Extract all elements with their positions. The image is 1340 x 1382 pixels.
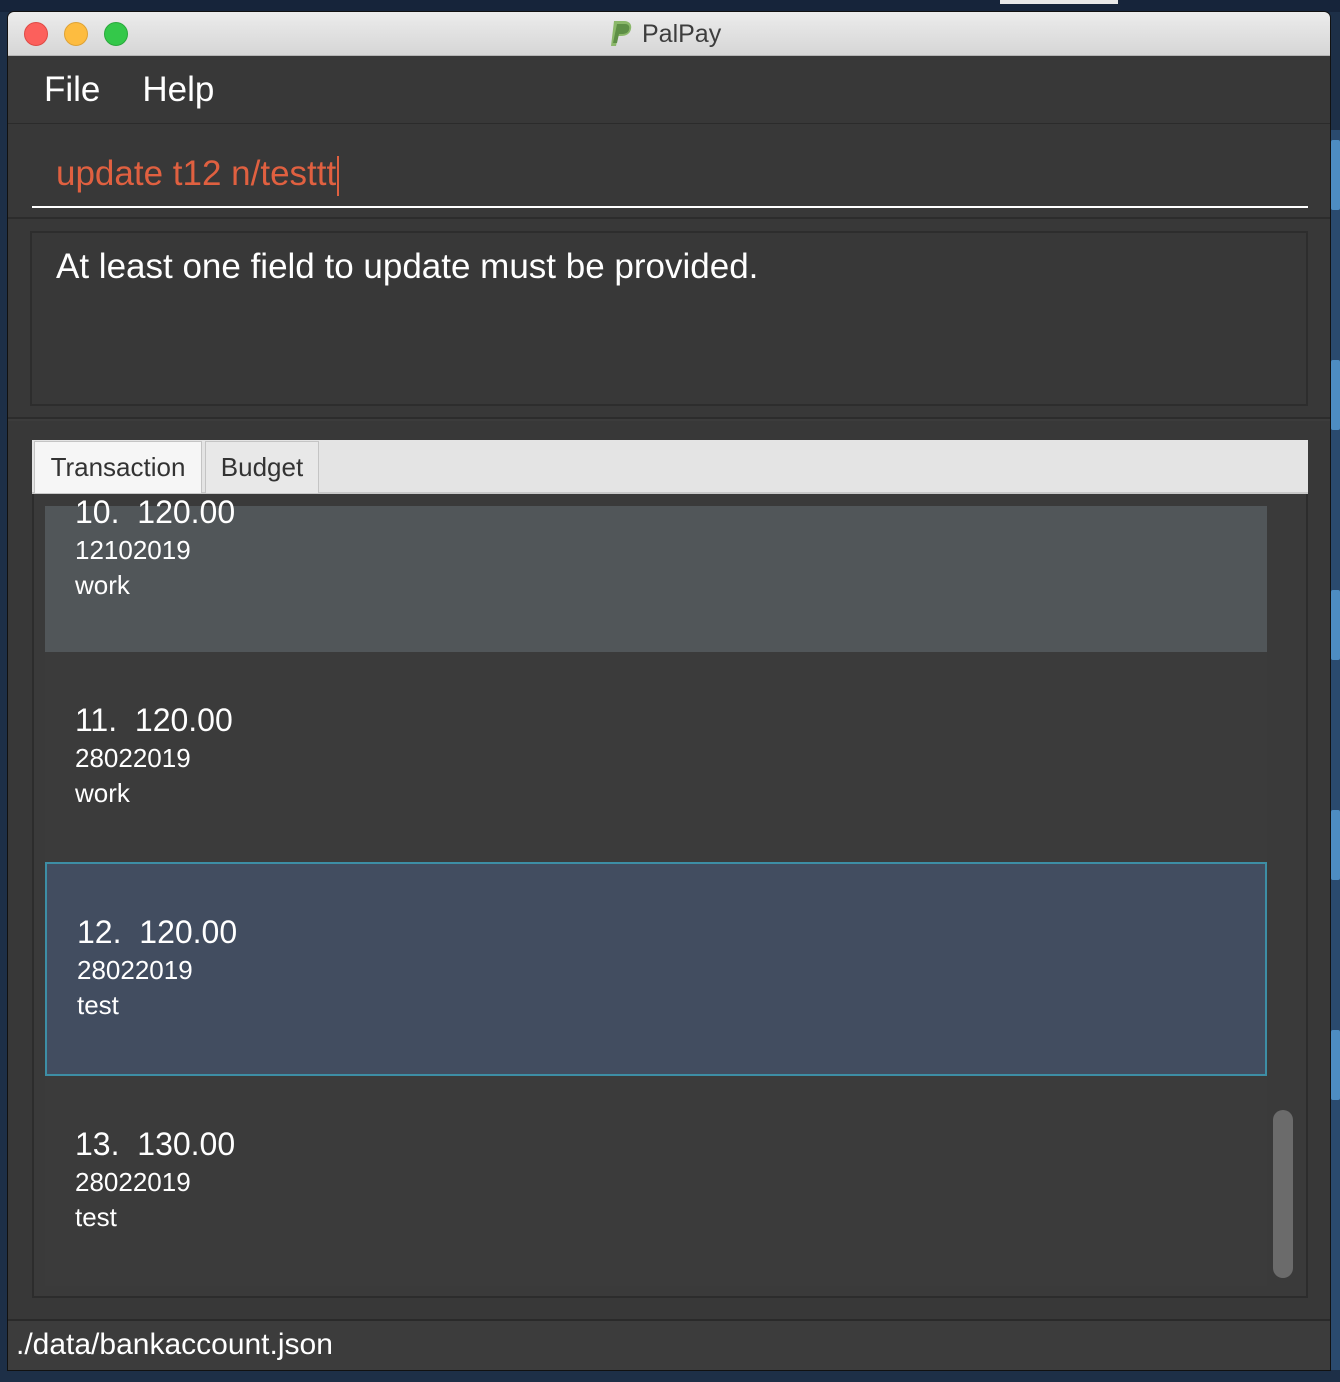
- transaction-card[interactable]: 13. 130.00 28022019 test: [45, 1076, 1267, 1286]
- transaction-amount: 120.00: [139, 914, 238, 950]
- desktop-background: [1330, 130, 1340, 1370]
- transaction-description: work: [75, 778, 130, 808]
- menu-bar: File Help: [8, 56, 1330, 124]
- transaction-card-selected[interactable]: 12. 120.00 28022019 test: [45, 862, 1267, 1076]
- tab-transaction[interactable]: Transaction: [34, 441, 202, 493]
- transaction-header: 12. 120.00: [77, 914, 1265, 951]
- window-title: PalPay: [642, 19, 722, 48]
- transaction-index: 12.: [77, 914, 122, 950]
- transaction-index: 10.: [75, 494, 120, 530]
- transaction-card[interactable]: 10. 120.00 12102019 work: [45, 494, 1267, 652]
- menu-file[interactable]: File: [44, 70, 100, 110]
- transaction-date: 12102019: [75, 535, 191, 565]
- transaction-index: 11.: [75, 702, 118, 738]
- command-input[interactable]: update t12 n/testtt: [32, 144, 1308, 208]
- transaction-description: test: [75, 1202, 117, 1232]
- transaction-date: 28022019: [75, 743, 191, 773]
- desktop-tile: [1331, 590, 1340, 660]
- list-scrollbar-thumb[interactable]: [1273, 1110, 1293, 1278]
- transaction-date: 28022019: [75, 1167, 191, 1197]
- transaction-header: 10. 120.00: [75, 494, 1267, 531]
- minimize-window-button[interactable]: [64, 22, 88, 46]
- menu-help[interactable]: Help: [142, 70, 214, 110]
- transaction-amount: 120.00: [134, 702, 233, 738]
- window-title-group: PalPay: [608, 18, 721, 50]
- tab-budget[interactable]: Budget: [205, 441, 319, 493]
- status-bar: ./data/bankaccount.json: [8, 1319, 1330, 1370]
- desktop-tile: [1331, 360, 1340, 430]
- text-caret: [337, 155, 340, 196]
- result-message: At least one field to update must be pro…: [56, 247, 759, 286]
- app-window: PalPay File Help update t12 n/testtt At …: [8, 12, 1330, 1370]
- list-panel: Transaction Budget 10. 120.00 12102019 w…: [8, 421, 1330, 1319]
- desktop-tile: [1331, 140, 1340, 210]
- title-bar: PalPay: [8, 12, 1330, 56]
- maximize-window-button[interactable]: [104, 22, 128, 46]
- transaction-header: 13. 130.00: [75, 1126, 1267, 1163]
- desktop-tile: [1331, 1030, 1340, 1100]
- data-file-path: ./data/bankaccount.json: [16, 1328, 333, 1361]
- result-display: At least one field to update must be pro…: [30, 231, 1308, 406]
- transaction-date: 28022019: [77, 955, 193, 985]
- transaction-amount: 130.00: [137, 1126, 236, 1162]
- transaction-description: test: [77, 990, 119, 1020]
- transaction-amount: 120.00: [137, 494, 236, 530]
- command-box-area: update t12 n/testtt: [8, 124, 1330, 219]
- transaction-header: 11. 120.00: [75, 702, 1267, 739]
- transaction-index: 13.: [75, 1126, 120, 1162]
- desktop-tile: [1331, 810, 1340, 880]
- transaction-description: work: [75, 570, 130, 600]
- command-input-text: update t12 n/testtt: [56, 154, 337, 193]
- close-window-button[interactable]: [24, 22, 48, 46]
- result-display-area: At least one field to update must be pro…: [8, 219, 1330, 419]
- desktop-top-strip: [0, 0, 1340, 12]
- desktop-window-edge: [1000, 0, 1118, 4]
- transaction-list[interactable]: 10. 120.00 12102019 work 11. 120.00 2802…: [32, 494, 1308, 1298]
- tab-bar: Transaction Budget: [32, 440, 1308, 494]
- palpay-logo-icon: [611, 21, 632, 46]
- transaction-card[interactable]: 11. 120.00 28022019 work: [45, 652, 1267, 862]
